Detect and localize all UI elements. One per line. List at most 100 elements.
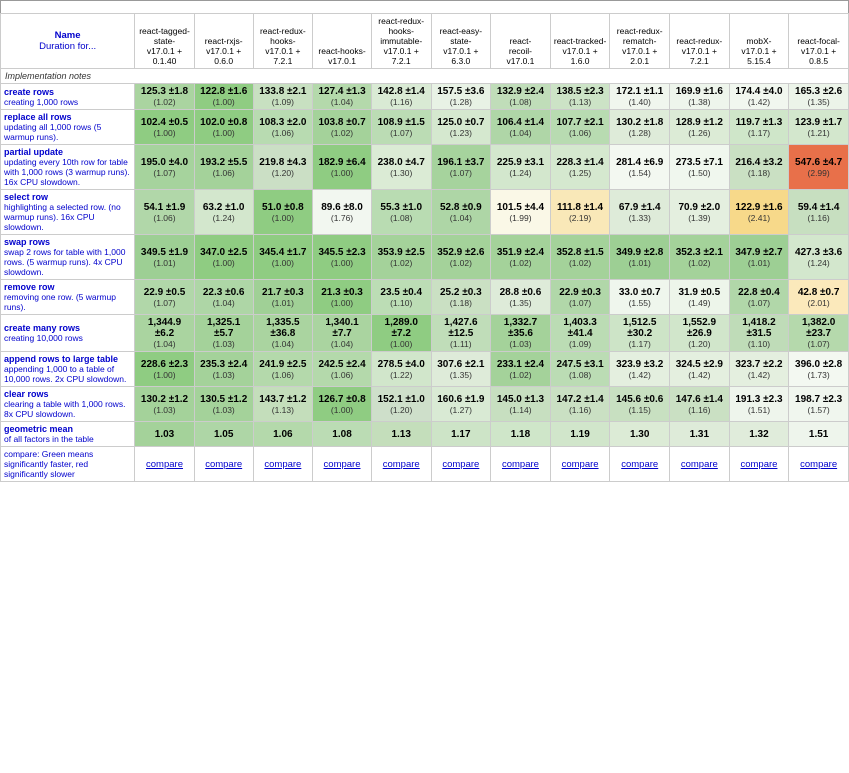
row-label-select-row: select rowhighlighting a selected row. (… — [1, 190, 135, 235]
cell-value: 143.7 ±1.2 — [257, 394, 310, 405]
cell-slowdown: (1.17) — [733, 128, 786, 138]
data-cell-append-rows-2: 241.9 ±2.5(1.06) — [253, 352, 313, 387]
cell-slowdown: (1.30) — [375, 168, 428, 178]
cell-value: 1,427.6 ±12.5 — [435, 317, 488, 339]
compare-link-8[interactable]: compare — [621, 459, 658, 470]
table-row-append-rows: append rows to large tableappending 1,00… — [1, 352, 849, 387]
cell-value: 273.5 ±7.1 — [673, 157, 726, 168]
cell-value: 133.8 ±2.1 — [257, 86, 310, 97]
compare-link-10[interactable]: compare — [740, 459, 777, 470]
cell-value: 59.4 ±1.4 — [792, 202, 845, 213]
compare-cell-2[interactable]: compare — [253, 447, 313, 482]
compare-link-5[interactable]: compare — [442, 459, 479, 470]
cell-slowdown: (1.38) — [673, 97, 726, 107]
cell-value: 323.9 ±3.2 — [613, 359, 666, 370]
compare-link-7[interactable]: compare — [562, 459, 599, 470]
data-cell-clear-rows-0: 130.2 ±1.2(1.03) — [135, 387, 195, 422]
data-cell-append-rows-8: 323.9 ±3.2(1.42) — [610, 352, 670, 387]
cell-value: 152.1 ±1.0 — [375, 394, 428, 405]
compare-link-9[interactable]: compare — [681, 459, 718, 470]
data-cell-create-many-7: 1,403.3 ±41.4(1.09) — [550, 315, 610, 352]
cell-value: 278.5 ±4.0 — [375, 359, 428, 370]
col-header-c1: react-tagged-state-v17.0.1 +0.1.40 — [135, 14, 195, 69]
data-cell-append-rows-3: 242.5 ±2.4(1.06) — [313, 352, 372, 387]
cell-value: 108.3 ±2.0 — [257, 117, 310, 128]
data-cell-remove-row-10: 22.8 ±0.4(1.07) — [729, 280, 789, 315]
compare-link-4[interactable]: compare — [383, 459, 420, 470]
compare-cell-1[interactable]: compare — [194, 447, 253, 482]
cell-value: 25.2 ±0.3 — [435, 287, 488, 298]
cell-value: 130.2 ±1.2 — [138, 394, 191, 405]
benchmark-table: NameDuration for...react-tagged-state-v1… — [0, 13, 849, 482]
cell-value: 352.8 ±1.5 — [554, 247, 607, 258]
data-cell-remove-row-11: 42.8 ±0.7(2.01) — [789, 280, 849, 315]
cell-value: 1,325.1 ±5.7 — [198, 317, 250, 339]
cell-value: 23.5 ±0.4 — [375, 287, 428, 298]
data-cell-clear-rows-6: 145.0 ±1.3(1.14) — [491, 387, 551, 422]
cell-value: 145.0 ±1.3 — [494, 394, 547, 405]
compare-cell-5[interactable]: compare — [431, 447, 491, 482]
compare-cell-11[interactable]: compare — [789, 447, 849, 482]
cell-value: 242.5 ±2.4 — [316, 359, 368, 370]
compare-link-6[interactable]: compare — [502, 459, 539, 470]
cell-slowdown: (1.35) — [435, 370, 488, 380]
compare-link-2[interactable]: compare — [264, 459, 301, 470]
data-cell-create-many-3: 1,340.1 ±7.7(1.04) — [313, 315, 372, 352]
compare-cell-10[interactable]: compare — [729, 447, 789, 482]
cell-slowdown: (1.23) — [435, 128, 488, 138]
data-cell-select-row-5: 52.8 ±0.9(1.04) — [431, 190, 491, 235]
cell-value: 427.3 ±3.6 — [792, 247, 845, 258]
geo-mean-cell-1: 1.05 — [194, 422, 253, 447]
data-cell-remove-row-1: 22.3 ±0.6(1.04) — [194, 280, 253, 315]
compare-cell-0[interactable]: compare — [135, 447, 195, 482]
cell-value: 349.9 ±2.8 — [613, 247, 666, 258]
cell-slowdown: (1.28) — [435, 97, 488, 107]
cell-slowdown: (1.24) — [792, 258, 845, 268]
cell-value: 238.0 ±4.7 — [375, 157, 428, 168]
compare-cell-8[interactable]: compare — [610, 447, 670, 482]
cell-slowdown: (1.55) — [613, 298, 666, 308]
impl-notes-cell: Implementation notes — [1, 69, 849, 84]
compare-cell-4[interactable]: compare — [371, 447, 431, 482]
cell-slowdown: (1.03) — [494, 339, 547, 349]
cell-slowdown: (1.03) — [138, 405, 191, 415]
geo-mean-cell-7: 1.19 — [550, 422, 610, 447]
cell-slowdown: (1.00) — [375, 339, 428, 349]
data-cell-create-rows-11: 165.3 ±2.6(1.35) — [789, 84, 849, 110]
cell-value: 225.9 ±3.1 — [494, 157, 547, 168]
compare-link-3[interactable]: compare — [324, 459, 361, 470]
cell-value: 54.1 ±1.9 — [138, 202, 191, 213]
cell-value: 345.4 ±1.7 — [257, 247, 310, 258]
cell-value: 102.4 ±0.5 — [138, 117, 191, 128]
data-cell-create-many-9: 1,552.9 ±26.9(1.20) — [670, 315, 730, 352]
compare-link-1[interactable]: compare — [205, 459, 242, 470]
data-cell-clear-rows-10: 191.3 ±2.3(1.51) — [729, 387, 789, 422]
data-cell-clear-rows-2: 143.7 ±1.2(1.13) — [253, 387, 313, 422]
compare-cell-6[interactable]: compare — [491, 447, 551, 482]
cell-value: 63.2 ±1.0 — [198, 202, 250, 213]
data-cell-select-row-6: 101.5 ±4.4(1.99) — [491, 190, 551, 235]
data-cell-create-many-11: 1,382.0 ±23.7(1.07) — [789, 315, 849, 352]
cell-slowdown: (1.02) — [494, 370, 547, 380]
compare-link-0[interactable]: compare — [146, 459, 183, 470]
cell-value: 347.9 ±2.7 — [733, 247, 786, 258]
cell-slowdown: (1.00) — [316, 258, 368, 268]
cell-value: 1,332.7 ±35.6 — [494, 317, 547, 339]
compare-cell-3[interactable]: compare — [313, 447, 372, 482]
data-cell-create-rows-9: 169.9 ±1.6(1.38) — [670, 84, 730, 110]
compare-cell-9[interactable]: compare — [670, 447, 730, 482]
data-cell-swap-rows-3: 345.5 ±2.3(1.00) — [313, 235, 372, 280]
compare-cell-7[interactable]: compare — [550, 447, 610, 482]
cell-slowdown: (1.07) — [138, 168, 191, 178]
cell-value: 1,552.9 ±26.9 — [673, 317, 726, 339]
compare-link-11[interactable]: compare — [800, 459, 837, 470]
compare-label: compare: Green means significantly faste… — [1, 447, 135, 482]
data-cell-select-row-11: 59.4 ±1.4(1.16) — [789, 190, 849, 235]
row-label-create-rows: create rowscreating 1,000 rows — [1, 84, 135, 110]
data-cell-select-row-4: 55.3 ±1.0(1.08) — [371, 190, 431, 235]
col-header-c5: react-redux-hooks-immutable-v17.0.1 +7.2… — [371, 14, 431, 69]
data-cell-select-row-8: 67.9 ±1.4(1.33) — [610, 190, 670, 235]
cell-slowdown: (1.42) — [733, 97, 786, 107]
cell-slowdown: (1.03) — [198, 405, 250, 415]
cell-value: 127.4 ±1.3 — [316, 86, 368, 97]
